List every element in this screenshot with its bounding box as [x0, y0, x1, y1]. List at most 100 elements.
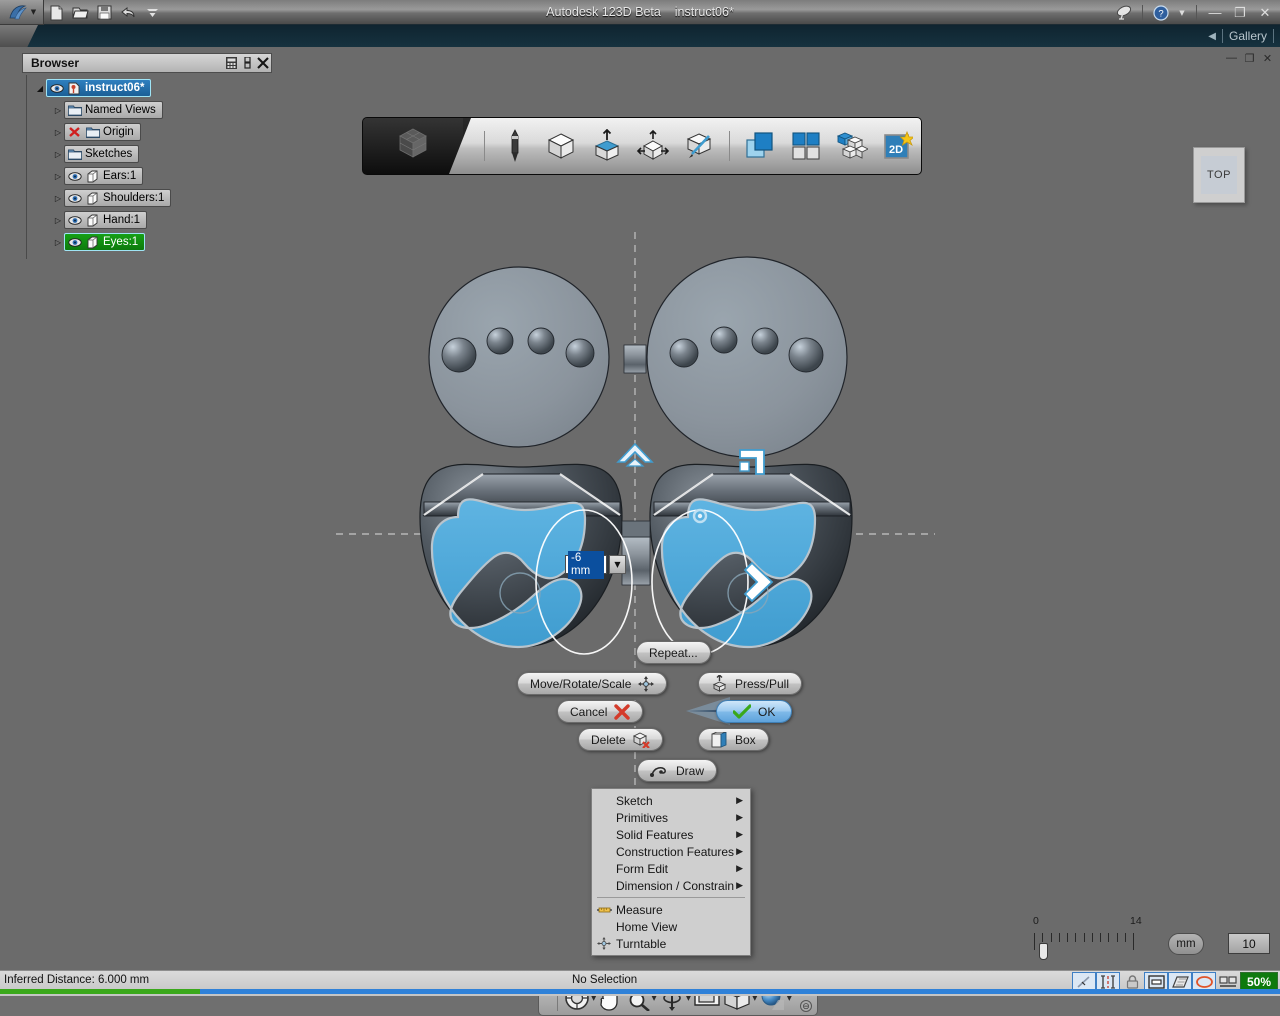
undo-icon[interactable]: [116, 0, 140, 25]
overlapping-squares-icon: [746, 132, 773, 158]
solid-body-icon: [85, 169, 100, 183]
ruler-tick: [1067, 933, 1068, 942]
red-x-icon: [614, 703, 631, 720]
expander-icon[interactable]: ▷: [52, 194, 64, 203]
move-rotate-scale-button[interactable]: Move/Rotate/Scale: [517, 672, 668, 695]
draw-tool[interactable]: [680, 126, 718, 166]
chevron-down-icon: ▼: [614, 560, 621, 569]
pattern-tool[interactable]: [787, 126, 825, 166]
expander-icon[interactable]: ▷: [52, 238, 64, 247]
view-cube[interactable]: TOP: [1193, 147, 1245, 203]
close-button[interactable]: ✕: [1254, 0, 1276, 25]
cube-grid-home-icon: [399, 128, 427, 158]
repeat-button[interactable]: Repeat...: [636, 641, 711, 664]
application-menu-button[interactable]: ▼: [0, 0, 44, 25]
dimension-input-group: -6 mm ▼: [565, 550, 626, 579]
subwindow-minimize-button[interactable]: —: [1223, 50, 1240, 66]
tree-node-ears[interactable]: Ears:1: [64, 167, 144, 185]
toolbar-strip: 2D: [449, 118, 921, 174]
marking-menu-label: Repeat...: [649, 645, 698, 660]
tree-node-origin[interactable]: Origin: [64, 123, 141, 141]
dimension-input[interactable]: -6 mm: [565, 550, 607, 579]
restore-button[interactable]: ❐: [1229, 0, 1251, 25]
ok-button[interactable]: OK: [716, 700, 793, 723]
context-menu-item-home-view[interactable]: Home View: [592, 918, 750, 935]
sketch-tool[interactable]: [496, 126, 534, 166]
navbar-minimize-button[interactable]: ⊖: [800, 1000, 812, 1012]
draw-curve-icon: [650, 764, 669, 778]
tree-node-shoulders[interactable]: Shoulders:1: [64, 189, 172, 207]
new-icon[interactable]: [44, 0, 68, 25]
tree-node-label: Eyes:1: [103, 236, 139, 248]
close-panel-icon[interactable]: [255, 54, 271, 72]
tree-row: ▷ Named Views: [22, 99, 272, 121]
help-dropdown-icon[interactable]: ▼: [1175, 0, 1189, 25]
home-cube-button[interactable]: [363, 118, 463, 174]
ruler-unit-button[interactable]: mm: [1168, 933, 1204, 955]
filter-icon[interactable]: [239, 54, 255, 72]
subwindow-restore-button[interactable]: ❐: [1241, 50, 1258, 66]
expander-icon[interactable]: ▷: [52, 150, 64, 159]
submenu-arrow-icon: ▶: [736, 846, 743, 857]
expander-icon[interactable]: ▷: [52, 106, 64, 115]
dimension-dropdown-button[interactable]: ▼: [609, 555, 626, 574]
window-title: Autodesk 123D Beta instruct06*: [0, 0, 1280, 25]
divider: [1273, 29, 1274, 43]
tree-node-instruct06[interactable]: instruct06*: [46, 79, 152, 97]
view-cube-face-label: TOP: [1201, 156, 1237, 194]
gallery-bar: ◀ Gallery: [0, 25, 1280, 47]
press-pull-button[interactable]: Press/Pull: [698, 672, 803, 695]
press-pull-tool[interactable]: [588, 126, 626, 166]
minimize-button[interactable]: —: [1204, 0, 1226, 25]
move-arrows-cube-icon: [636, 129, 670, 160]
ruler-slider-handle[interactable]: [1039, 943, 1048, 960]
tree-node-named-views[interactable]: Named Views: [64, 101, 163, 119]
subwindow-controls: — ❐ ✕: [1223, 50, 1276, 66]
cancel-button[interactable]: Cancel: [557, 700, 644, 723]
satellite-dish-icon[interactable]: [1113, 0, 1135, 25]
context-menu-item-dimension-constrain[interactable]: Dimension / Constrain ▶: [592, 877, 750, 894]
gallery-tab[interactable]: Gallery: [1229, 29, 1267, 43]
help-icon[interactable]: ?: [1150, 0, 1172, 25]
marking-menu-label: OK: [758, 704, 776, 719]
delete-button[interactable]: Delete: [578, 728, 663, 751]
ruler-track[interactable]: [1034, 933, 1134, 951]
2d-tool[interactable]: 2D: [879, 126, 917, 166]
expander-icon[interactable]: ◢: [34, 84, 46, 93]
tree-node-label: Origin: [103, 126, 134, 138]
ruler-tick: [1034, 933, 1035, 950]
box-button[interactable]: Box: [698, 728, 769, 751]
tree-node-hand[interactable]: Hand:1: [64, 211, 148, 229]
marking-menu-label: Press/Pull: [735, 676, 790, 691]
assemble-tool[interactable]: [833, 126, 871, 166]
context-menu-item-primitives[interactable]: Primitives ▶: [592, 809, 750, 826]
ruler-grid-value-field[interactable]: 10: [1228, 933, 1270, 954]
more-icon[interactable]: [140, 0, 164, 25]
primitives-tool[interactable]: [542, 126, 580, 166]
combine-tool[interactable]: [741, 126, 779, 166]
gallery-prev-arrow[interactable]: ◀: [1208, 31, 1216, 42]
open-icon[interactable]: [68, 0, 92, 25]
list-view-icon[interactable]: [223, 54, 239, 72]
tree-node-sketches[interactable]: Sketches: [64, 145, 140, 163]
expander-icon[interactable]: ▷: [52, 172, 64, 181]
tree-node-eyes[interactable]: Eyes:1: [64, 233, 146, 251]
context-menu-item-form-edit[interactable]: Form Edit ▶: [592, 860, 750, 877]
save-icon[interactable]: [92, 0, 116, 25]
divider: [484, 131, 485, 161]
context-menu-label: Turntable: [616, 936, 667, 951]
context-menu-item-measure[interactable]: Measure: [592, 901, 750, 918]
move-rotate-scale-tool[interactable]: [634, 126, 672, 166]
expander-icon[interactable]: ▷: [52, 216, 64, 225]
solid-body-icon: [85, 191, 100, 205]
context-menu-item-sketch[interactable]: Sketch ▶: [592, 792, 750, 809]
context-menu-item-turntable[interactable]: Turntable: [592, 935, 750, 952]
document-pin-icon: [67, 81, 82, 95]
context-menu-item-solid-features[interactable]: Solid Features ▶: [592, 826, 750, 843]
expander-icon[interactable]: ▷: [52, 128, 64, 137]
subwindow-close-button[interactable]: ✕: [1259, 50, 1276, 66]
autodesk-logo-icon: [9, 4, 27, 19]
press-pull-icon: [711, 675, 728, 692]
context-menu-item-construction-features[interactable]: Construction Features ▶: [592, 843, 750, 860]
draw-button[interactable]: Draw: [637, 759, 718, 782]
